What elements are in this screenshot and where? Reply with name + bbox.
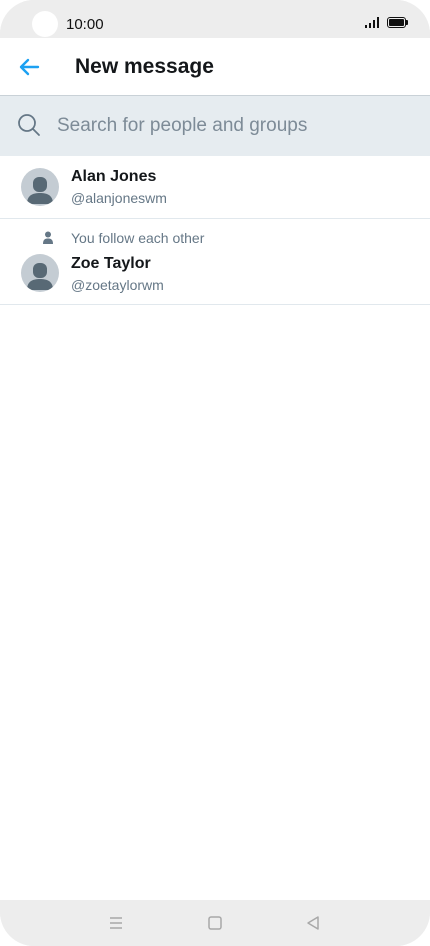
contact-name: Zoe Taylor (71, 255, 151, 272)
contact-handle: @alanjoneswm (71, 190, 167, 206)
menu-icon (110, 917, 122, 929)
back-button[interactable] (14, 53, 44, 81)
search-icon (18, 114, 40, 136)
home-button[interactable] (205, 914, 225, 932)
search-bar (0, 95, 430, 156)
social-context: You follow each other (71, 230, 205, 246)
system-nav-bar (0, 900, 430, 946)
contact-row-alan-jones[interactable]: Alan Jones @alanjoneswm (0, 156, 430, 219)
search-input[interactable] (57, 106, 407, 146)
contact-row-zoe-taylor[interactable]: You follow each other Zoe Taylor @zoetay… (0, 219, 430, 305)
phone-frame: 10:00 New message Search for people and … (0, 0, 430, 946)
status-time: 10:00 (66, 16, 104, 33)
app-header: New message (0, 38, 430, 95)
contact-name: Alan Jones (71, 168, 157, 185)
status-bar: 10:00 (0, 0, 430, 38)
battery-icon (387, 16, 408, 28)
back-icon (307, 916, 319, 930)
status-icons (365, 16, 408, 28)
recent-apps-button[interactable] (106, 914, 126, 932)
contact-handle: @zoetaylorwm (71, 277, 164, 293)
home-icon (208, 916, 222, 930)
default-avatar-icon (27, 263, 53, 290)
arrow-left-icon (19, 58, 40, 76)
avatar (21, 254, 59, 292)
system-back-button[interactable] (303, 914, 323, 932)
default-avatar-icon (27, 177, 53, 204)
page-title: New message (75, 55, 214, 78)
app-screen: New message Alan Jones @alanjoneswm (0, 38, 430, 900)
person-icon (43, 231, 53, 244)
signal-icon (365, 16, 379, 28)
avatar (21, 168, 59, 206)
camera-hole (32, 11, 58, 37)
